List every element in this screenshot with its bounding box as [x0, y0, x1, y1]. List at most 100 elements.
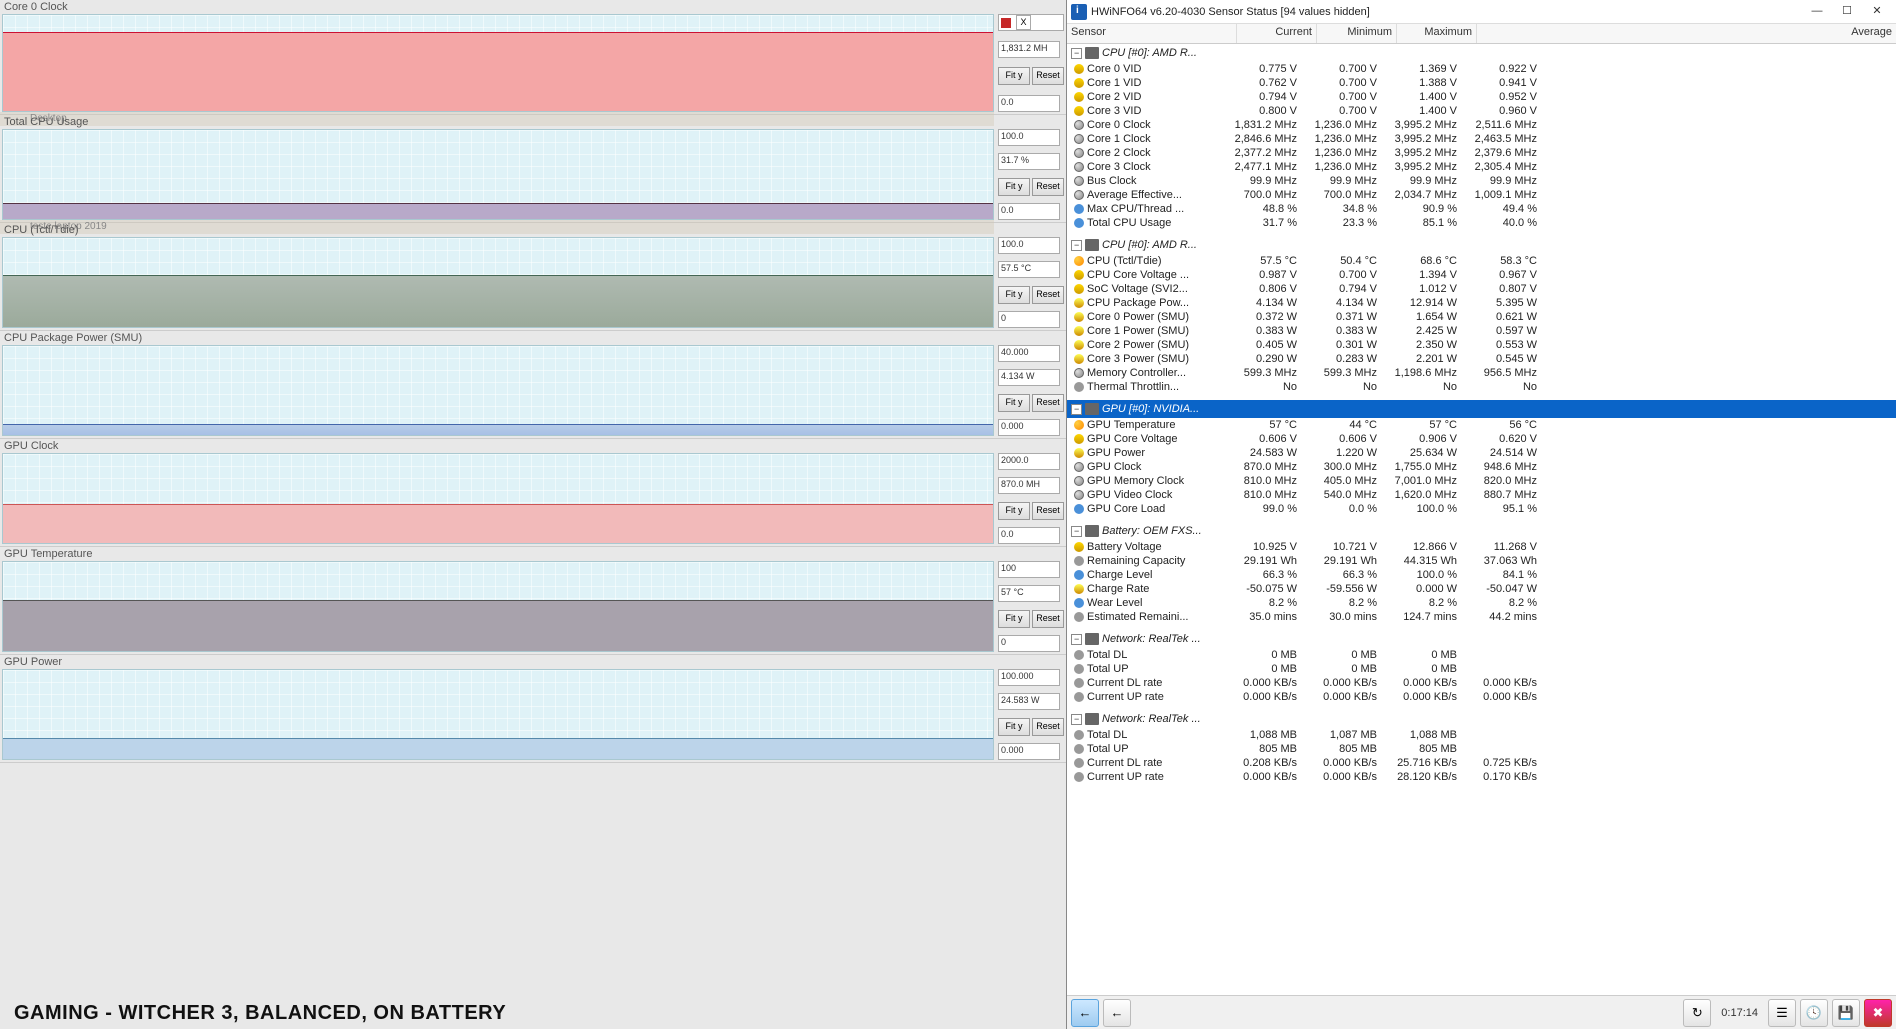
sensor-row[interactable]: Core 2 Power (SMU)0.405 W0.301 W2.350 W0… — [1067, 338, 1896, 352]
sensor-row[interactable]: Core 3 VID0.800 V0.700 V1.400 V0.960 V — [1067, 104, 1896, 118]
sensor-group[interactable]: −Network: RealTek ... — [1067, 710, 1896, 728]
y-min-input[interactable]: 0 — [998, 311, 1060, 328]
y-min-input[interactable]: 0.0 — [998, 95, 1060, 112]
sensor-row[interactable]: Max CPU/Thread ...48.8 %34.8 %90.9 %49.4… — [1067, 202, 1896, 216]
sensor-row[interactable]: GPU Clock870.0 MHz300.0 MHz1,755.0 MHz94… — [1067, 460, 1896, 474]
fit-y-button[interactable]: Fit y — [998, 286, 1030, 304]
sensor-tree[interactable]: −CPU [#0]: AMD R...Core 0 VID0.775 V0.70… — [1067, 44, 1896, 995]
sensor-row[interactable]: Charge Level66.3 %66.3 %100.0 %84.1 % — [1067, 568, 1896, 582]
sensor-row[interactable]: Memory Controller...599.3 MHz599.3 MHz1,… — [1067, 366, 1896, 380]
reset-button[interactable]: Reset — [1032, 718, 1064, 736]
sensor-row[interactable]: GPU Power24.583 W1.220 W25.634 W24.514 W — [1067, 446, 1896, 460]
titlebar[interactable]: HWiNFO64 v6.20-4030 Sensor Status [94 va… — [1067, 0, 1896, 24]
sensor-row[interactable]: GPU Temperature57 °C44 °C57 °C56 °C — [1067, 418, 1896, 432]
col-sensor[interactable]: Sensor — [1067, 24, 1237, 43]
chart-canvas[interactable] — [2, 345, 994, 436]
sensor-row[interactable]: Current UP rate0.000 KB/s0.000 KB/s28.12… — [1067, 770, 1896, 784]
y-max-input[interactable]: 100.000 — [998, 669, 1060, 686]
sensor-row[interactable]: Core 3 Clock2,477.1 MHz1,236.0 MHz3,995.… — [1067, 160, 1896, 174]
y-min-input[interactable]: 0.000 — [998, 419, 1060, 436]
sensor-row[interactable]: CPU Package Pow...4.134 W4.134 W12.914 W… — [1067, 296, 1896, 310]
col-average[interactable]: Average — [1477, 24, 1896, 43]
sensor-row[interactable]: Core 1 Power (SMU)0.383 W0.383 W2.425 W0… — [1067, 324, 1896, 338]
sensor-row[interactable]: GPU Memory Clock810.0 MHz405.0 MHz7,001.… — [1067, 474, 1896, 488]
col-current[interactable]: Current — [1237, 24, 1317, 43]
minimize-button[interactable]: — — [1802, 2, 1832, 22]
col-minimum[interactable]: Minimum — [1317, 24, 1397, 43]
reset-button[interactable]: Reset — [1032, 610, 1064, 628]
sensor-row[interactable]: Core 0 Power (SMU)0.372 W0.371 W1.654 W0… — [1067, 310, 1896, 324]
nav-back-button[interactable]: ← — [1071, 999, 1099, 1027]
y-min-input[interactable]: 0.0 — [998, 203, 1060, 220]
chart-canvas[interactable] — [2, 129, 994, 220]
log-button[interactable]: ☰ — [1768, 999, 1796, 1027]
collapse-icon[interactable]: − — [1071, 404, 1082, 415]
sensor-row[interactable]: GPU Core Load99.0 %0.0 %100.0 %95.1 % — [1067, 502, 1896, 516]
sensor-group[interactable]: −Network: RealTek ... — [1067, 630, 1896, 648]
y-max-input[interactable]: 100.0 — [998, 237, 1060, 254]
sensor-row[interactable]: Core 2 VID0.794 V0.700 V1.400 V0.952 V — [1067, 90, 1896, 104]
sensor-row[interactable]: Total UP805 MB805 MB805 MB — [1067, 742, 1896, 756]
sensor-row[interactable]: Core 1 VID0.762 V0.700 V1.388 V0.941 V — [1067, 76, 1896, 90]
reset-button[interactable]: Reset — [1032, 394, 1064, 412]
sensor-row[interactable]: CPU (Tctl/Tdie)57.5 °C50.4 °C68.6 °C58.3… — [1067, 254, 1896, 268]
nav-back2-button[interactable]: ← — [1103, 999, 1131, 1027]
chart-canvas[interactable] — [2, 669, 994, 760]
fit-y-button[interactable]: Fit y — [998, 178, 1030, 196]
sensor-row[interactable]: Bus Clock99.9 MHz99.9 MHz99.9 MHz99.9 MH… — [1067, 174, 1896, 188]
collapse-icon[interactable]: − — [1071, 240, 1082, 251]
reset-button[interactable]: Reset — [1032, 502, 1064, 520]
sensor-group[interactable]: −CPU [#0]: AMD R... — [1067, 236, 1896, 254]
chart-canvas[interactable] — [2, 453, 994, 544]
fit-y-button[interactable]: Fit y — [998, 502, 1030, 520]
fit-y-button[interactable]: Fit y — [998, 67, 1030, 85]
sensor-row[interactable]: Thermal Throttlin...NoNoNoNo — [1067, 380, 1896, 394]
sensor-row[interactable]: Wear Level8.2 %8.2 %8.2 %8.2 % — [1067, 596, 1896, 610]
refresh-button[interactable]: ↻ — [1683, 999, 1711, 1027]
sensor-row[interactable]: Current DL rate0.000 KB/s0.000 KB/s0.000… — [1067, 676, 1896, 690]
sensor-group[interactable]: −Battery: OEM FXS... — [1067, 522, 1896, 540]
fit-y-button[interactable]: Fit y — [998, 718, 1030, 736]
sensor-group[interactable]: −GPU [#0]: NVIDIA... — [1067, 400, 1896, 418]
sensor-row[interactable]: Total DL1,088 MB1,087 MB1,088 MB — [1067, 728, 1896, 742]
sensor-row[interactable]: SoC Voltage (SVI2...0.806 V0.794 V1.012 … — [1067, 282, 1896, 296]
sensor-row[interactable]: Total CPU Usage31.7 %23.3 %85.1 %40.0 % — [1067, 216, 1896, 230]
sensor-row[interactable]: Core 1 Clock2,846.6 MHz1,236.0 MHz3,995.… — [1067, 132, 1896, 146]
y-min-input[interactable]: 0.0 — [998, 527, 1060, 544]
y-max-input[interactable]: 40.000 — [998, 345, 1060, 362]
collapse-icon[interactable]: − — [1071, 634, 1082, 645]
sensor-row[interactable]: GPU Core Voltage0.606 V0.606 V0.906 V0.6… — [1067, 432, 1896, 446]
sensor-row[interactable]: Current UP rate0.000 KB/s0.000 KB/s0.000… — [1067, 690, 1896, 704]
sensor-row[interactable]: GPU Video Clock810.0 MHz540.0 MHz1,620.0… — [1067, 488, 1896, 502]
save-button[interactable]: 💾 — [1832, 999, 1860, 1027]
reset-button[interactable]: Reset — [1032, 286, 1064, 304]
collapse-icon[interactable]: − — [1071, 526, 1082, 537]
statusbar-close-button[interactable]: ✖ — [1864, 999, 1892, 1027]
sensor-group[interactable]: −CPU [#0]: AMD R... — [1067, 44, 1896, 62]
legend-close-icon[interactable]: X — [1016, 15, 1031, 30]
sensor-row[interactable]: Core 0 VID0.775 V0.700 V1.369 V0.922 V — [1067, 62, 1896, 76]
sensor-row[interactable]: Core 0 Clock1,831.2 MHz1,236.0 MHz3,995.… — [1067, 118, 1896, 132]
sensor-row[interactable]: Core 2 Clock2,377.2 MHz1,236.0 MHz3,995.… — [1067, 146, 1896, 160]
chart-canvas[interactable] — [2, 14, 994, 112]
collapse-icon[interactable]: − — [1071, 48, 1082, 59]
column-headers[interactable]: Sensor Current Minimum Maximum Average — [1067, 24, 1896, 44]
clock-button[interactable]: 🕓 — [1800, 999, 1828, 1027]
y-min-input[interactable]: 0.000 — [998, 743, 1060, 760]
y-max-input[interactable]: 100 — [998, 561, 1060, 578]
sensor-row[interactable]: Total UP0 MB0 MB0 MB — [1067, 662, 1896, 676]
reset-button[interactable]: Reset — [1032, 67, 1064, 85]
maximize-button[interactable]: ☐ — [1832, 2, 1862, 22]
y-max-input[interactable]: 100.0 — [998, 129, 1060, 146]
fit-y-button[interactable]: Fit y — [998, 394, 1030, 412]
col-maximum[interactable]: Maximum — [1397, 24, 1477, 43]
sensor-row[interactable]: Core 3 Power (SMU)0.290 W0.283 W2.201 W0… — [1067, 352, 1896, 366]
chart-canvas[interactable] — [2, 561, 994, 652]
sensor-row[interactable]: Average Effective...700.0 MHz700.0 MHz2,… — [1067, 188, 1896, 202]
sensor-row[interactable]: Total DL0 MB0 MB0 MB — [1067, 648, 1896, 662]
y-max-input[interactable]: 2000.0 — [998, 453, 1060, 470]
sensor-row[interactable]: CPU Core Voltage ...0.987 V0.700 V1.394 … — [1067, 268, 1896, 282]
sensor-row[interactable]: Charge Rate-50.075 W-59.556 W0.000 W-50.… — [1067, 582, 1896, 596]
collapse-icon[interactable]: − — [1071, 714, 1082, 725]
sensor-row[interactable]: Estimated Remaini...35.0 mins30.0 mins12… — [1067, 610, 1896, 624]
